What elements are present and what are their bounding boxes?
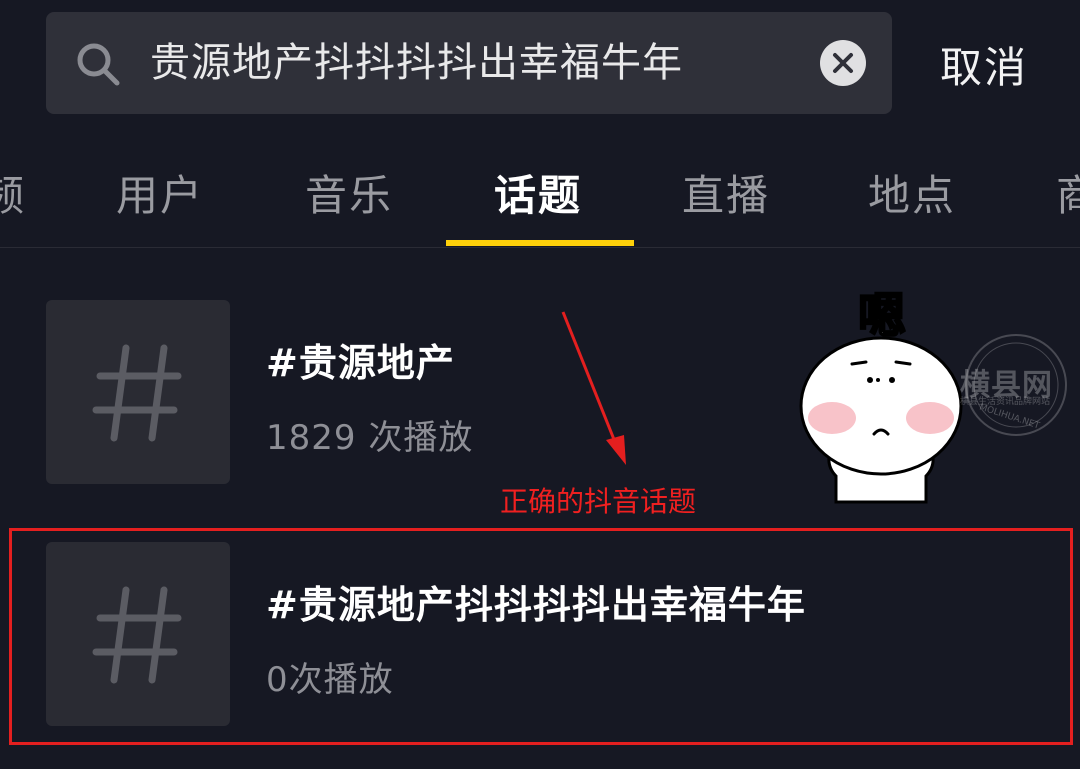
hashtag-icon: [46, 542, 230, 726]
topic-title: #贵源地产抖抖抖抖出幸福牛年: [266, 583, 806, 627]
tab-live[interactable]: 直播: [682, 162, 770, 223]
search-input[interactable]: [150, 12, 800, 114]
clear-icon[interactable]: [820, 40, 866, 86]
search-box[interactable]: [46, 12, 892, 114]
tab-bar: 视频 用户 音乐 话题 直播 地点 商品: [0, 130, 1080, 247]
topic-play-count: 0次播放: [266, 660, 394, 700]
tab-topics[interactable]: 话题: [494, 162, 582, 223]
annotation-label: 正确的抖音话题: [500, 485, 697, 518]
tab-products[interactable]: 商品: [1056, 162, 1080, 223]
tab-video[interactable]: 视频: [0, 162, 26, 223]
tab-users[interactable]: 用户: [116, 162, 204, 223]
tabs-divider: [0, 247, 1080, 248]
search-icon: [74, 40, 122, 88]
watermark-subtitle: 横县生活资讯品牌网站: [960, 397, 1051, 407]
topic-play-count: 1829 次播放: [266, 418, 474, 458]
active-tab-indicator: [446, 240, 634, 246]
topic-title: #贵源地产: [266, 341, 455, 385]
tab-places[interactable]: 地点: [868, 162, 956, 223]
cancel-button[interactable]: 取消: [940, 34, 1028, 95]
sticker-caption: 嗯: [857, 287, 907, 345]
topic-result-row[interactable]: #贵源地产抖抖抖抖出幸福牛年 0次播放: [0, 542, 1080, 732]
hashtag-icon: [46, 300, 230, 484]
tab-music[interactable]: 音乐: [305, 162, 393, 223]
